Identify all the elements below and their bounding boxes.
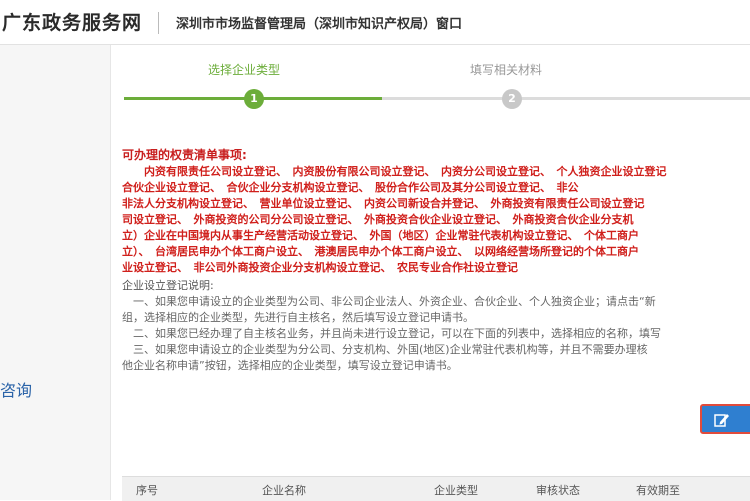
step-progress: 选择企业类型 填写相关材料 1 2 [110, 45, 750, 125]
guide-line: 组，选择相应的企业类型，先进行自主核名，然后填写设立登记申请书。 [122, 311, 474, 324]
guide-line: 他企业名称申请”按钮，选择相应的企业类型，填写设立登记申请书。 [122, 359, 458, 372]
step-1-circle: 1 [244, 89, 264, 109]
column-header-index: 序号 [136, 484, 158, 497]
guide-title: 企业设立登记说明: [122, 279, 214, 292]
notice-line: 立）企业在中国境内从事生产经营活动设立登记、 外国（地区）企业常驻代表机构设立登… [122, 229, 639, 242]
new-application-button[interactable] [700, 404, 750, 434]
column-header-company-name: 企业名称 [262, 484, 306, 497]
notice-line: 非法人分支机构设立登记、 营业单位设立登记、 内资公司新设合并登记、 外商投资有… [122, 197, 645, 210]
column-header-company-type: 企业类型 [434, 484, 478, 497]
header-divider [158, 12, 159, 34]
edit-icon [714, 412, 730, 432]
guide-line: 三、如果您申请设立的企业类型为分公司、分支机构、外国(地区)企业常驻代表机构等，… [122, 343, 648, 356]
guide-line: 二、如果您已经办理了自主核名业务，并且尚未进行设立登记，可以在下面的列表中，选择… [122, 327, 661, 340]
column-header-review-status: 审核状态 [536, 484, 580, 497]
step-1-label: 选择企业类型 [208, 63, 281, 77]
notice-line: 合伙企业设立登记、 合伙企业分支机构设立登记、 股份合作公司及其分公司设立登记、… [122, 181, 579, 194]
notice-line: 司设立登记、 外商投资的公司分公司设立登记、 外商投资合伙企业设立登记、 外商投… [122, 213, 634, 226]
step-2-label: 填写相关材料 [470, 63, 543, 77]
step-2-circle: 2 [502, 89, 522, 109]
notice-title: 可办理的权责清单事项: [122, 148, 247, 162]
records-table-header: 序号 企业名称 企业类型 审核状态 有效期至 [122, 476, 750, 501]
site-title[interactable]: 广东政务服务网 [2, 8, 142, 35]
notice-line: 业设立登记、 非公司外商投资企业分支机构设立登记、 农民专业合作社设立登记 [122, 261, 518, 274]
bureau-title: 深圳市市场监督管理局（深圳市知识产权局）窗口 [176, 17, 463, 32]
column-header-expiry: 有效期至 [636, 484, 680, 497]
notice-line: 内资有限责任公司设立登记、 内资股份有限公司设立登记、 内资分公司设立登记、 个… [122, 165, 667, 178]
top-header: 广东政务服务网 深圳市市场监督管理局（深圳市知识产权局）窗口 [0, 0, 750, 45]
guide-line: 一、如果您申请设立的企业类型为公司、非公司企业法人、外资企业、合伙企业、个人独资… [122, 295, 656, 308]
sidebar-item-consult[interactable]: 咨询 [0, 377, 32, 401]
main-content: 可办理的权责清单事项: 内资有限责任公司设立登记、 内资股份有限公司设立登记、 … [122, 147, 750, 374]
step-line-pending [382, 97, 750, 100]
notice-line: 立）、 台湾居民申办个体工商户设立、 港澳居民申办个体工商户设立、 以网络经营场… [122, 245, 639, 258]
left-sidebar: 咨询 [0, 45, 111, 500]
